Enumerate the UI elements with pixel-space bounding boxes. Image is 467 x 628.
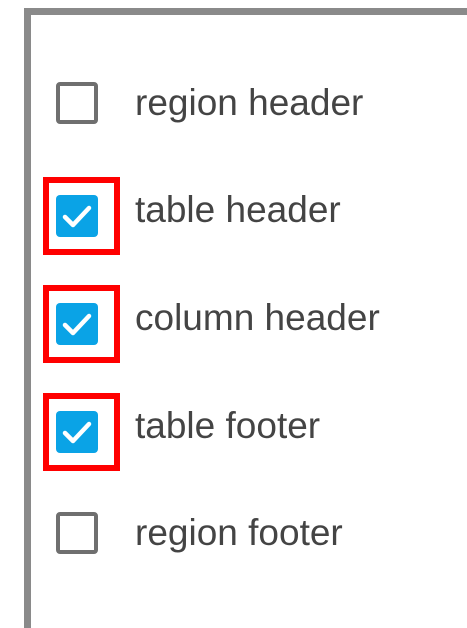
table-footer-checkbox[interactable] [56,411,98,453]
option-region-header[interactable]: region header [31,71,467,131]
highlight-box [43,393,120,471]
column-header-checkbox[interactable] [56,303,98,345]
checkmark-icon [62,313,92,336]
option-table-footer[interactable]: table footer [31,393,467,471]
highlight-box [43,285,120,363]
checkmark-icon [62,421,92,444]
region-header-label: region header [135,82,364,123]
option-column-header[interactable]: column header [31,285,467,363]
region-header-checkbox[interactable] [56,82,98,124]
region-footer-label: region footer [135,512,343,553]
option-table-header[interactable]: table header [31,177,467,255]
highlight-box [43,177,120,255]
table-header-label: table header [135,189,341,230]
column-header-label: column header [135,297,380,338]
checkmark-icon [62,205,92,228]
option-region-footer[interactable]: region footer [31,501,467,561]
table-footer-label: table footer [135,405,321,446]
region-footer-checkbox[interactable] [56,512,98,554]
table-header-checkbox[interactable] [56,195,98,237]
options-panel: region header table header column header [24,8,467,628]
